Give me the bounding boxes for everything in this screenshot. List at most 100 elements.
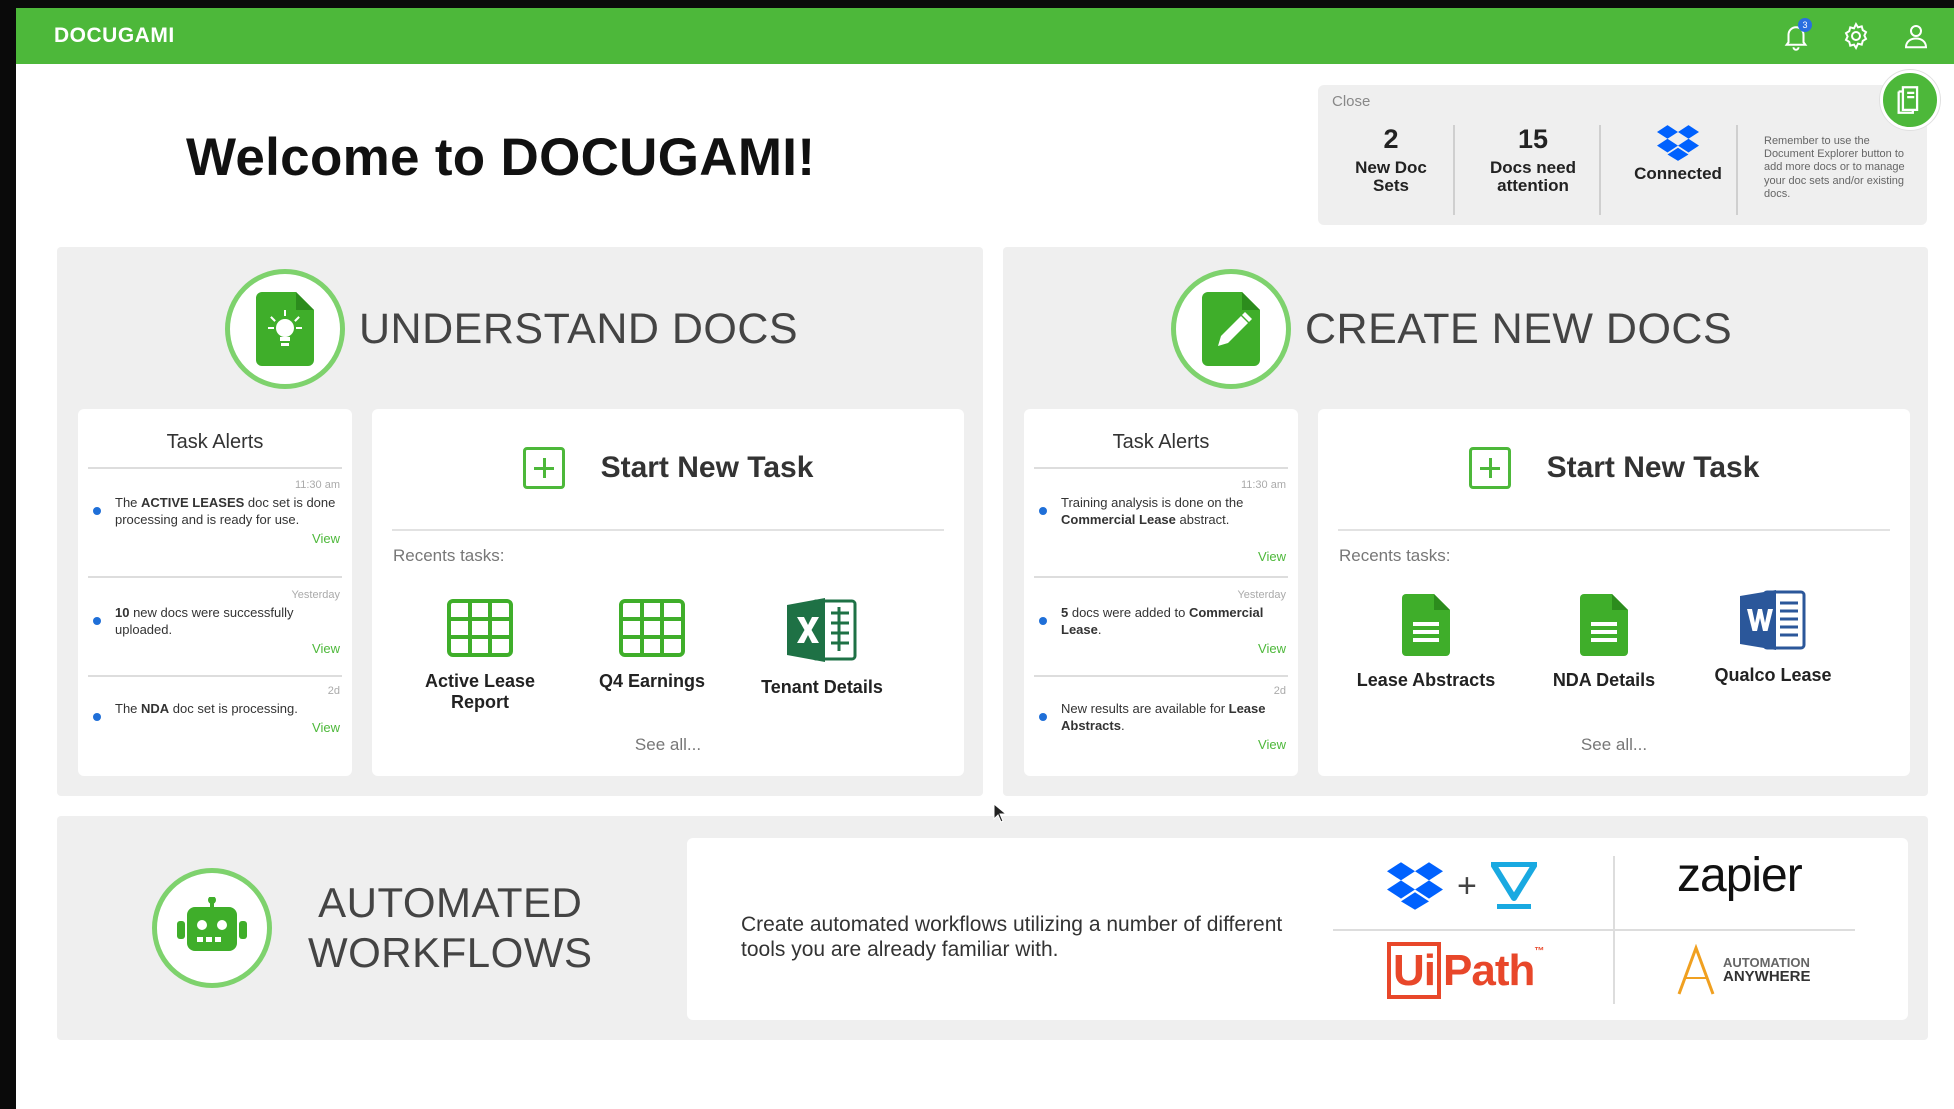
dropbox-plus-v-integration[interactable]: + — [1387, 862, 1537, 910]
v-logo-icon — [1490, 862, 1537, 909]
plus-box-icon — [1468, 447, 1511, 489]
automated-workflows-description: Create automated workflows utilizing a n… — [741, 913, 1283, 962]
dropbox-logo-icon — [1387, 862, 1443, 910]
zapier-logo: zapier — [1677, 849, 1803, 902]
stat-dropbox-label: Connected — [1634, 164, 1722, 183]
alert-text: Training analysis is done on the Commerc… — [1034, 495, 1286, 529]
alert-time: Yesterday — [291, 589, 340, 601]
settings-button[interactable] — [1838, 18, 1874, 54]
create-new-docs-section: CREATE NEW DOCS Task Alerts 11:30 am Tra… — [1003, 247, 1928, 796]
start-new-task-button[interactable]: Start New Task — [1318, 447, 1910, 489]
recents-label: Recents tasks: — [393, 546, 505, 565]
automated-workflows-section: AUTOMATED WORKFLOWS Create automated work… — [57, 816, 1928, 1040]
alert-view-link[interactable]: View — [1034, 641, 1286, 656]
understand-docs-icon-circle — [225, 269, 345, 389]
divider — [1034, 675, 1288, 677]
see-all-link[interactable]: See all... — [1318, 735, 1910, 755]
recents-label: Recents tasks: — [1339, 546, 1451, 565]
recent-task-label: Active Lease Report — [424, 671, 536, 712]
alert-view-link[interactable]: View — [1034, 549, 1286, 564]
word-icon — [1740, 590, 1806, 650]
divider — [88, 467, 342, 469]
create-start-task-card: Start New Task Recents tasks: Lease Abst… — [1318, 409, 1910, 776]
understand-docs-title: UNDERSTAND DOCS — [359, 304, 799, 353]
create-new-docs-title: CREATE NEW DOCS — [1305, 304, 1733, 353]
recent-task-lease-abstracts[interactable]: Lease Abstracts — [1356, 594, 1496, 691]
alert-view-link[interactable]: View — [88, 641, 340, 656]
task-alert-item: 11:30 am Training analysis is done on th… — [1034, 479, 1286, 564]
task-alert-item: 2d The NDA doc set is processing. View — [88, 685, 340, 735]
task-alert-item: Yesterday 10 new docs were successfully … — [88, 589, 340, 656]
bullet-dot — [1039, 713, 1047, 721]
alert-view-link[interactable]: View — [88, 720, 340, 735]
excel-icon — [787, 598, 857, 662]
automation-anywhere-icon — [1677, 944, 1715, 995]
recent-task-active-lease-report[interactable]: Active Lease Report — [400, 599, 560, 713]
brand-logo[interactable]: DOCUGAMI — [54, 24, 175, 48]
bullet-dot — [93, 617, 101, 625]
profile-button[interactable] — [1898, 18, 1934, 54]
notification-badge: 3 — [1798, 18, 1812, 32]
document-explorer-icon — [1897, 86, 1919, 114]
recent-task-tenant-details[interactable]: Tenant Details — [752, 597, 892, 698]
stat-new-doc-sets-label: New Doc Sets — [1355, 157, 1427, 196]
divider — [1338, 529, 1890, 531]
gear-icon — [1844, 22, 1868, 50]
uipath-integration[interactable]: Ui Path™ — [1387, 942, 1544, 999]
recent-task-label: Q4 Earnings — [598, 671, 706, 691]
stat-divider — [1599, 125, 1601, 215]
mouse-cursor-icon — [993, 803, 1007, 823]
see-all-link[interactable]: See all... — [372, 735, 964, 755]
divider — [88, 576, 342, 578]
alert-view-link[interactable]: View — [88, 531, 340, 546]
understand-docs-section: UNDERSTAND DOCS Task Alerts 11:30 am The… — [57, 247, 983, 796]
recent-task-label: Lease Abstracts — [1356, 670, 1496, 690]
logo-grid-divider — [1333, 929, 1855, 931]
task-alert-item: 2d New results are available for Lease A… — [1034, 685, 1286, 752]
divider — [1034, 467, 1288, 469]
robot-icon — [177, 897, 247, 951]
close-stats-link[interactable]: Close — [1332, 93, 1370, 110]
notifications-button[interactable]: 3 — [1778, 18, 1814, 54]
alert-view-link[interactable]: View — [1034, 737, 1286, 752]
bullet-dot — [93, 713, 101, 721]
window-frame-top — [0, 0, 1954, 8]
recent-task-label: Tenant Details — [761, 677, 883, 697]
recent-task-q4-earnings[interactable]: Q4 Earnings — [592, 599, 712, 692]
divider — [88, 675, 342, 677]
automated-workflows-header: AUTOMATED WORKFLOWS — [152, 868, 593, 988]
bullet-dot — [1039, 617, 1047, 625]
alert-time: Yesterday — [1237, 589, 1286, 601]
document-explorer-button[interactable] — [1880, 70, 1940, 130]
recent-task-qualco-lease[interactable]: Qualco Lease — [1708, 589, 1838, 686]
spreadsheet-grid-icon — [447, 599, 513, 657]
create-task-alerts-card: Task Alerts 11:30 am Training analysis i… — [1024, 409, 1298, 776]
alert-text: The ACTIVE LEASES doc set is done proces… — [88, 495, 340, 529]
automated-workflows-icon-circle — [152, 868, 272, 988]
understand-task-alerts-card: Task Alerts 11:30 am The ACTIVE LEASES d… — [78, 409, 352, 776]
dropbox-icon — [1657, 125, 1699, 161]
bullet-dot — [1039, 507, 1047, 515]
automated-workflows-title: AUTOMATED WORKFLOWS — [308, 878, 593, 976]
create-new-docs-header: CREATE NEW DOCS — [1171, 269, 1732, 389]
alert-text: 10 new docs were successfully uploaded. — [88, 605, 340, 639]
automation-anywhere-integration[interactable]: AUTOMATION ANYWHERE — [1675, 944, 1811, 996]
recent-task-label: NDA Details — [1552, 670, 1656, 690]
alert-text: 5 docs were added to Commercial Lease. — [1034, 605, 1286, 639]
alert-time: 2d — [1273, 685, 1286, 697]
page-title: Welcome to DOCUGAMI! — [186, 128, 816, 187]
stats-panel: Close 2 New Doc Sets 15 Docs need attent… — [1318, 85, 1927, 225]
edit-document-icon — [1202, 292, 1260, 366]
stat-dropbox-connected[interactable]: Connected — [1613, 125, 1743, 184]
stat-new-doc-sets[interactable]: 2 New Doc Sets — [1336, 124, 1446, 196]
stat-docs-attention[interactable]: 15 Docs need attention — [1468, 124, 1598, 196]
plus-sign: + — [1457, 866, 1477, 905]
create-docs-icon-circle — [1171, 269, 1291, 389]
divider — [392, 529, 944, 531]
recent-task-nda-details[interactable]: NDA Details — [1544, 594, 1664, 691]
zapier-integration[interactable]: zapier — [1677, 848, 1803, 903]
start-new-task-button[interactable]: Start New Task — [372, 447, 964, 489]
lightbulb-document-icon — [256, 292, 314, 366]
divider — [1034, 576, 1288, 578]
recent-task-label: Qualco Lease — [1714, 665, 1832, 685]
